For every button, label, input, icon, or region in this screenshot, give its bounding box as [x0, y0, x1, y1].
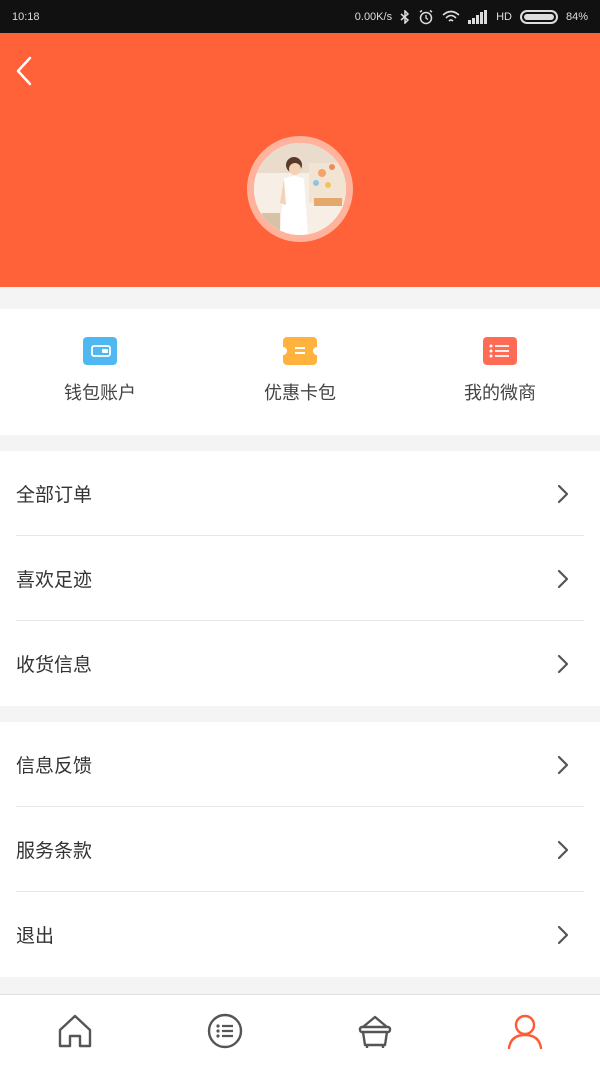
quick-actions-panel: 钱包账户 优惠卡包 我的微商 — [0, 309, 600, 435]
my-microshop-button[interactable]: 我的微商 — [400, 309, 600, 435]
my-microshop-label: 我的微商 — [464, 383, 536, 404]
bluetooth-icon — [400, 9, 410, 24]
network-speed: 0.00K/s — [354, 10, 393, 23]
chevron-left-icon — [16, 56, 32, 86]
menu-item-logout[interactable]: 退出 — [0, 892, 600, 977]
status-indicators: 0.00K/s HD 84% — [355, 9, 588, 25]
menu-item-label: 信息反馈 — [16, 755, 93, 777]
network-type: HD — [496, 10, 512, 23]
chevron-right-icon — [557, 569, 569, 588]
coupon-wallet-button[interactable]: 优惠卡包 — [200, 309, 400, 435]
menu-item-shipping-info[interactable]: 收货信息 — [0, 621, 600, 706]
status-bar: 10:18 0.00K/s HD 84% — [0, 0, 600, 33]
alarm-icon — [418, 9, 434, 25]
chevron-right-icon — [557, 925, 569, 944]
avatar-frame[interactable] — [247, 136, 353, 242]
chevron-right-icon — [557, 654, 569, 673]
avatar — [254, 143, 346, 235]
cart-basket-icon — [358, 1015, 392, 1048]
coupon-wallet-label: 优惠卡包 — [264, 383, 336, 404]
nav-cart[interactable] — [300, 995, 450, 1067]
menu-item-label: 退出 — [16, 925, 55, 947]
shop-list-icon — [483, 337, 517, 365]
chevron-right-icon — [557, 755, 569, 774]
coupon-icon — [283, 337, 317, 365]
menu-item-all-orders[interactable]: 全部订单 — [0, 451, 600, 536]
menu-item-label: 收货信息 — [16, 654, 93, 676]
menu-item-favorites-history[interactable]: 喜欢足迹 — [0, 536, 600, 621]
nav-profile[interactable] — [450, 995, 600, 1067]
nav-category[interactable] — [150, 995, 300, 1067]
wallet-account-button[interactable]: 钱包账户 — [0, 309, 200, 435]
wallet-icon — [83, 337, 117, 365]
battery-icon — [519, 9, 558, 24]
profile-icon — [507, 1014, 543, 1050]
bottom-nav — [0, 994, 600, 1067]
menu-item-label: 全部订单 — [16, 484, 93, 506]
menu-group-orders: 全部订单 喜欢足迹 收货信息 — [0, 451, 600, 706]
wallet-account-label: 钱包账户 — [64, 383, 136, 404]
menu-item-feedback[interactable]: 信息反馈 — [0, 722, 600, 807]
home-icon — [58, 1014, 92, 1048]
menu-item-label: 喜欢足迹 — [16, 569, 93, 591]
menu-item-label: 服务条款 — [16, 840, 93, 862]
menu-group-settings: 信息反馈 服务条款 退出 — [0, 722, 600, 977]
nav-home[interactable] — [0, 995, 150, 1067]
chevron-right-icon — [557, 840, 569, 859]
profile-header — [0, 33, 600, 287]
menu-item-terms-of-service[interactable]: 服务条款 — [0, 807, 600, 892]
status-time: 10:18 — [12, 10, 40, 23]
wifi-icon — [442, 10, 460, 24]
back-button[interactable] — [10, 53, 38, 89]
chevron-right-icon — [557, 484, 569, 503]
battery-level: 84% — [565, 10, 588, 23]
category-list-icon — [207, 1013, 243, 1049]
signal-icon — [468, 9, 488, 24]
